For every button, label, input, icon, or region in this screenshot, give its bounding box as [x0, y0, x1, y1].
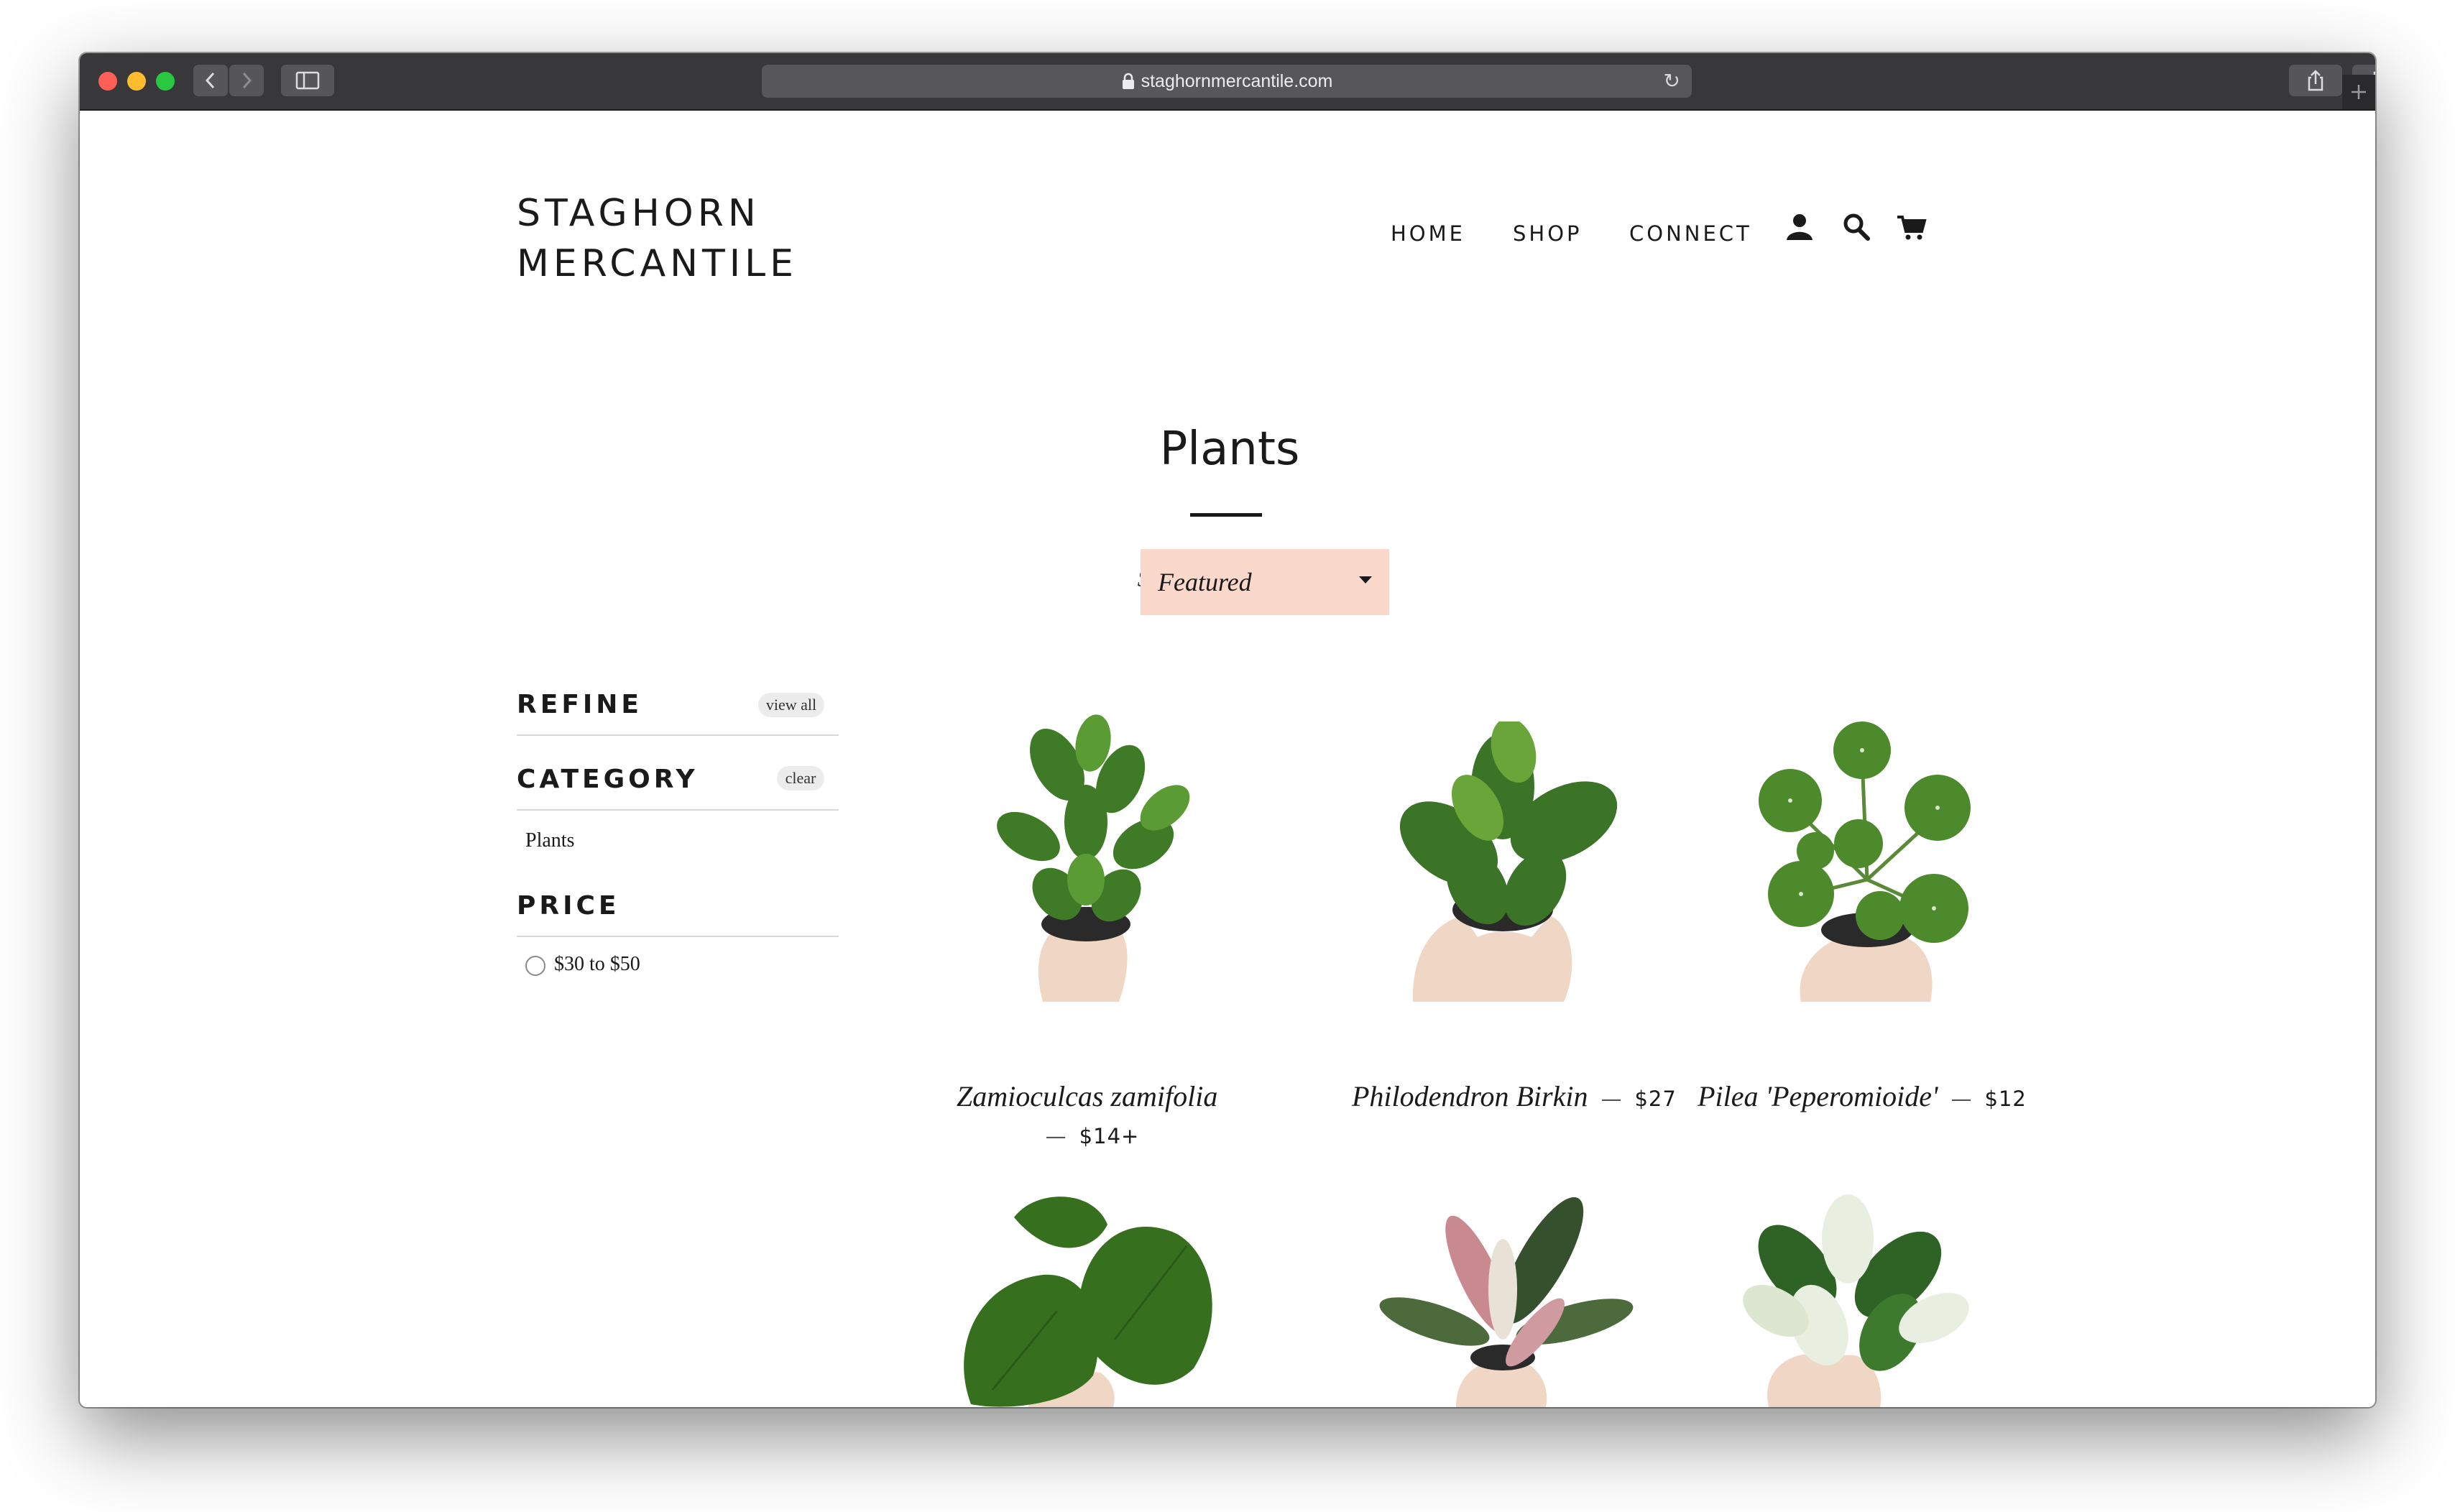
- product-image: [997, 714, 1190, 1002]
- product-image: [1379, 1197, 1634, 1407]
- category-heading: CATEGORY: [517, 765, 699, 794]
- price-heading: PRICE: [517, 891, 620, 921]
- product-title[interactable]: Zamioculcas zamifolia: [957, 1080, 1217, 1112]
- nav-connect[interactable]: CONNECT: [1629, 221, 1752, 246]
- nav-shop[interactable]: SHOP: [1513, 221, 1583, 246]
- price-value: $27: [1634, 1087, 1677, 1111]
- chevron-left-icon: [205, 72, 215, 89]
- price-separator: —: [1950, 1087, 1972, 1111]
- product-name[interactable]: Philodendron Birkin — $27: [1352, 1079, 1676, 1113]
- product-card[interactable]: [1370, 722, 1636, 1002]
- product-title[interactable]: Philodendron Birkin: [1352, 1080, 1588, 1112]
- product-name[interactable]: Zamioculcas zamifolia: [957, 1079, 1217, 1113]
- page-title: Plants: [1159, 423, 1300, 476]
- price-radio[interactable]: [525, 956, 545, 976]
- search-icon[interactable]: [1841, 211, 1874, 244]
- product-card[interactable]: [949, 1189, 1222, 1407]
- caret-down-icon: [1359, 576, 1372, 584]
- product-card[interactable]: [949, 714, 1222, 1002]
- browser-toolbar: staghornmercantile.com ↻: [80, 53, 2375, 111]
- clear-category-button[interactable]: clear: [777, 766, 824, 790]
- price-value: $14+: [1079, 1124, 1140, 1148]
- price-option-label[interactable]: $30 to $50: [554, 953, 640, 976]
- refine-heading: REFINE: [517, 690, 643, 719]
- chevron-right-icon: [242, 72, 252, 89]
- view-all-button[interactable]: view all: [758, 693, 824, 717]
- price-value: $12: [1984, 1087, 2027, 1111]
- url-text: staghornmercantile.com: [1141, 70, 1333, 91]
- web-page: STAGHORN MERCANTILE HOME SHOP CONNECT Pl…: [80, 111, 2375, 1407]
- reload-icon[interactable]: ↻: [1664, 69, 1680, 93]
- price-separator: —: [1045, 1124, 1067, 1148]
- price-separator: —: [1600, 1087, 1622, 1111]
- divider: [517, 936, 839, 937]
- product-card[interactable]: [1711, 1189, 1999, 1407]
- back-button[interactable]: [193, 65, 228, 96]
- divider: [517, 809, 839, 811]
- plus-icon: [2352, 85, 2366, 99]
- nav-home[interactable]: HOME: [1391, 221, 1465, 246]
- account-icon[interactable]: [1783, 211, 1816, 244]
- minimize-window-button[interactable]: [127, 72, 146, 91]
- product-image: [1743, 1194, 1969, 1407]
- share-button[interactable]: [2289, 65, 2342, 96]
- product-title[interactable]: Pilea 'Peperomioide': [1698, 1080, 1938, 1112]
- forward-button[interactable]: [229, 65, 264, 96]
- title-divider: [1190, 513, 1262, 517]
- logo-line-1: STAGHORN: [517, 192, 760, 235]
- zoom-window-button[interactable]: [156, 72, 175, 91]
- sidebar-toggle-button[interactable]: [281, 65, 334, 96]
- share-icon: [2308, 70, 2323, 91]
- sort-select[interactable]: Featured: [1141, 549, 1389, 615]
- product-price: — $14+: [1014, 1124, 1158, 1148]
- product-card[interactable]: [1744, 714, 2002, 1002]
- product-name[interactable]: Pilea 'Peperomioide' — $12: [1697, 1079, 2027, 1113]
- close-window-button[interactable]: [98, 72, 117, 91]
- sort-value: Featured: [1158, 568, 1252, 596]
- address-bar[interactable]: staghornmercantile.com ↻: [762, 65, 1692, 98]
- sidebar-icon: [295, 71, 320, 90]
- site-logo[interactable]: STAGHORN MERCANTILE: [517, 188, 948, 289]
- product-image: [964, 1197, 1212, 1407]
- new-tab-button[interactable]: [2342, 75, 2375, 109]
- product-card[interactable]: [1370, 1189, 1643, 1407]
- product-image: [1759, 722, 1971, 1002]
- divider: [517, 734, 839, 736]
- browser-window: staghornmercantile.com ↻ STAGHORN MERCAN…: [80, 53, 2375, 1407]
- product-image: [1399, 722, 1618, 1002]
- logo-line-2: MERCANTILE: [517, 242, 798, 285]
- lock-icon: [1122, 73, 1134, 89]
- category-item-plants[interactable]: Plants: [525, 829, 574, 852]
- cart-icon[interactable]: [1895, 211, 1928, 244]
